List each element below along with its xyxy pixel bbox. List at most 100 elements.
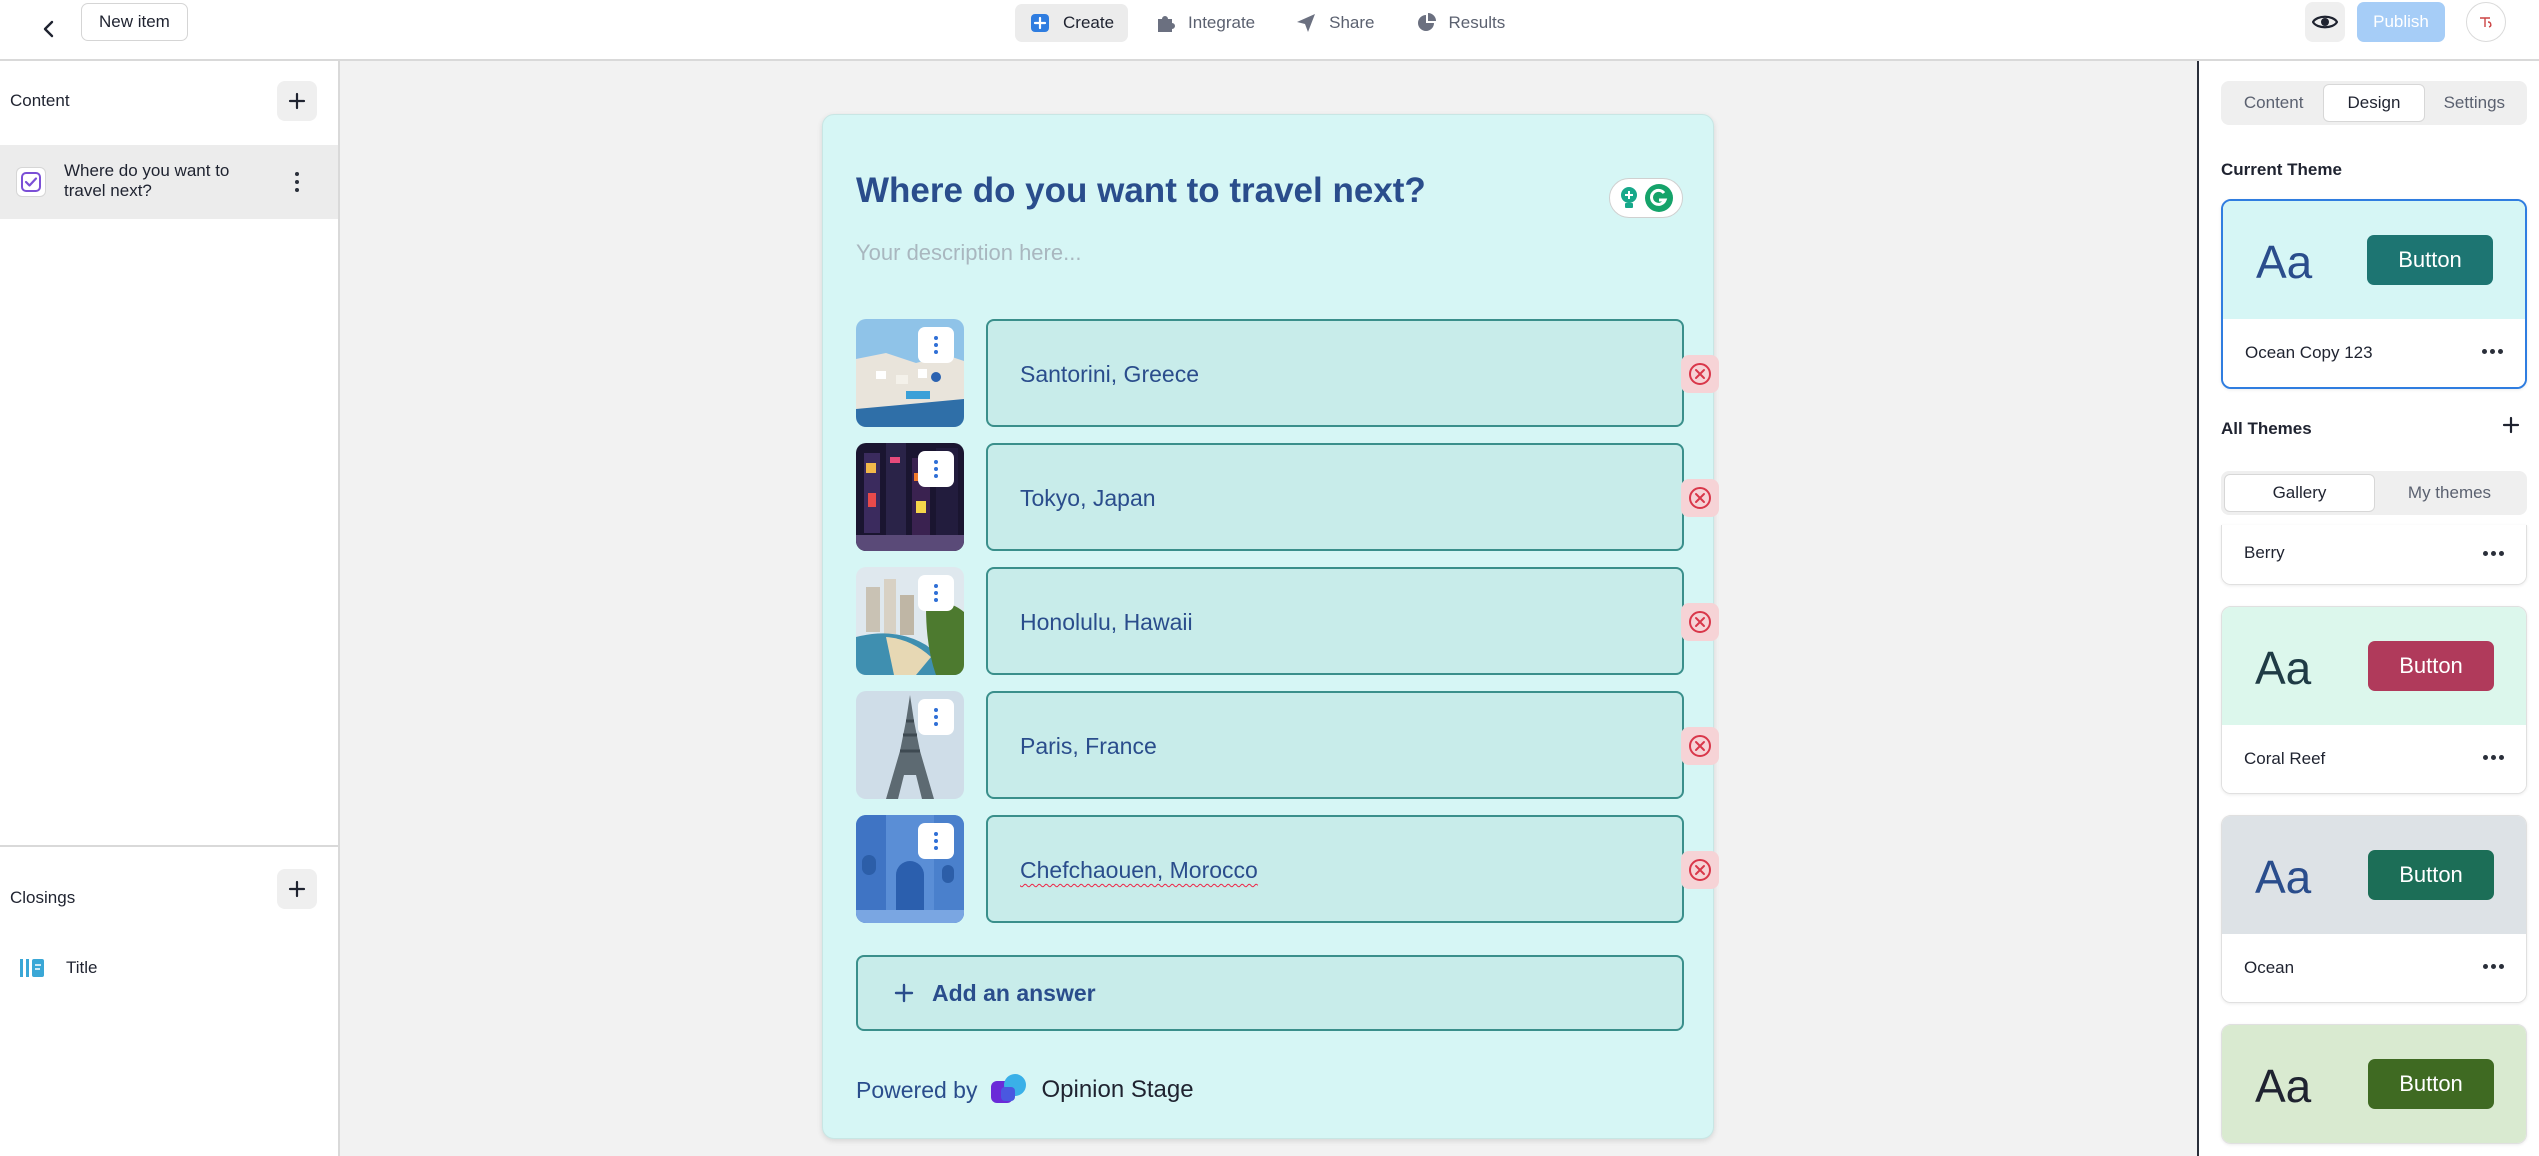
answer-row: Santorini, Greece [856, 319, 1719, 427]
answer-label: Santorini, Greece [1020, 361, 1199, 387]
content-item-menu-button[interactable] [285, 167, 309, 197]
theme-options-button[interactable] [2483, 551, 2504, 556]
theme-preview: Aa Button [2223, 201, 2525, 319]
close-circle-icon [1689, 611, 1711, 633]
answer-field[interactable]: Paris, France [986, 691, 1684, 799]
theme-preview: Aa Button [2222, 816, 2526, 934]
theme-sample: Aa [2255, 851, 2312, 903]
checkbox-icon [16, 167, 46, 197]
answer-label: Honolulu, Hawaii [1020, 609, 1193, 635]
answer-image[interactable] [856, 815, 964, 923]
pie-chart-icon [1415, 12, 1437, 34]
plus-square-icon [1029, 12, 1051, 34]
close-circle-icon [1689, 859, 1711, 881]
theme-sample: Aa [2256, 236, 2313, 288]
top-bar: New item Create Integrate Share Results [0, 0, 2539, 61]
add-closing-button[interactable] [277, 869, 317, 909]
nav-share[interactable]: Share [1281, 4, 1388, 42]
theme-sample: Aa [2255, 642, 2312, 694]
grammarly-widget[interactable] [1609, 178, 1683, 218]
answer-image[interactable] [856, 319, 964, 427]
closings-heading: Closings [10, 888, 76, 907]
design-panel: Content Design Settings Current Theme Aa… [2197, 61, 2539, 1156]
theme-card-coral-reef[interactable]: Aa Button Coral Reef [2221, 606, 2527, 794]
theme-button-sample: Button [2368, 1059, 2494, 1109]
nav-results[interactable]: Results [1401, 4, 1520, 42]
image-menu-button[interactable] [918, 451, 954, 487]
avatar[interactable] [2466, 2, 2506, 42]
plus-icon [288, 880, 306, 898]
panel-tabs: Content Design Settings [2221, 81, 2527, 125]
content-item[interactable]: Where do you want to travel next? [0, 145, 338, 219]
remove-answer-button[interactable] [1681, 727, 1719, 765]
theme-card-ocean[interactable]: Aa Button Ocean [2221, 815, 2527, 1003]
tab-my-themes[interactable]: My themes [2375, 474, 2524, 512]
theme-preview: Aa Button [2222, 607, 2526, 725]
image-menu-button[interactable] [918, 575, 954, 611]
answer-label: Tokyo, Japan [1020, 485, 1156, 511]
item-name-button[interactable]: New item [81, 3, 188, 41]
question-description[interactable]: Your description here... [856, 240, 1081, 266]
title-block-icon [20, 959, 44, 977]
eye-icon [2312, 15, 2338, 29]
lightbulb-icon [1621, 187, 1637, 208]
theme-sample: Aa [2255, 1060, 2312, 1112]
tab-content[interactable]: Content [2224, 84, 2323, 122]
close-circle-icon [1689, 735, 1711, 757]
nav-share-label: Share [1329, 13, 1375, 32]
image-menu-button[interactable] [918, 699, 954, 735]
theme-options-button[interactable] [2483, 964, 2504, 969]
tab-gallery[interactable]: Gallery [2224, 474, 2375, 512]
question-title[interactable]: Where do you want to travel next? [856, 171, 1426, 211]
opinion-stage-logo-icon[interactable] [989, 1073, 1029, 1107]
remove-answer-button[interactable] [1681, 479, 1719, 517]
chevron-left-icon [43, 20, 54, 38]
nav-integrate[interactable]: Integrate [1140, 4, 1269, 42]
theme-button-sample: Button [2367, 235, 2493, 285]
theme-card-berry[interactable]: Berry [2221, 525, 2527, 585]
back-button[interactable] [32, 12, 66, 46]
content-heading: Content [10, 91, 70, 110]
paper-plane-icon [1295, 12, 1317, 34]
theme-preview: Aa Button [2222, 1025, 2526, 1143]
answer-field[interactable]: Tokyo, Japan [986, 443, 1684, 551]
remove-answer-button[interactable] [1681, 851, 1719, 889]
add-content-button[interactable] [277, 81, 317, 121]
remove-answer-button[interactable] [1681, 603, 1719, 641]
image-menu-button[interactable] [918, 327, 954, 363]
brand-name[interactable]: Opinion Stage [1041, 1076, 1193, 1104]
user-logo-icon [2480, 17, 2492, 28]
remove-answer-button[interactable] [1681, 355, 1719, 393]
current-theme-heading: Current Theme [2221, 160, 2342, 179]
add-answer-label: Add an answer [932, 979, 1096, 1006]
publish-button[interactable]: Publish [2357, 2, 2445, 42]
nav-integrate-label: Integrate [1188, 13, 1256, 32]
answer-field[interactable]: Honolulu, Hawaii [986, 567, 1684, 675]
add-answer-button[interactable]: Add an answer [856, 955, 1684, 1031]
theme-options-button[interactable] [2483, 755, 2504, 760]
current-theme-card[interactable]: Aa Button Ocean Copy 123 [2221, 199, 2527, 389]
closing-item[interactable]: Title [20, 957, 98, 979]
theme-card-next[interactable]: Aa Button [2221, 1024, 2527, 1144]
grammarly-icon [1645, 184, 1673, 212]
nav-create-label: Create [1063, 13, 1115, 32]
nav-create[interactable]: Create [1015, 4, 1129, 42]
plus-icon [894, 983, 914, 1003]
image-menu-button[interactable] [918, 823, 954, 859]
answer-field[interactable]: Santorini, Greece [986, 319, 1684, 427]
theme-button-sample: Button [2368, 641, 2494, 691]
add-theme-button[interactable] [2499, 413, 2523, 437]
tab-settings[interactable]: Settings [2425, 84, 2524, 122]
theme-options-button[interactable] [2482, 349, 2503, 354]
answer-image[interactable] [856, 567, 964, 675]
closing-item-label: Title [66, 958, 98, 977]
theme-name: Ocean Copy 123 [2245, 343, 2373, 362]
left-sidebar: Content Where do you want to travel next… [0, 61, 340, 1156]
answer-row: Paris, France [856, 691, 1719, 799]
answer-field[interactable]: Chefchaouen, Morocco [986, 815, 1684, 923]
answer-image[interactable] [856, 691, 964, 799]
tab-design[interactable]: Design [2323, 84, 2425, 122]
preview-button[interactable] [2305, 2, 2345, 42]
answer-image[interactable] [856, 443, 964, 551]
answer-label: Chefchaouen, Morocco [1020, 857, 1258, 883]
